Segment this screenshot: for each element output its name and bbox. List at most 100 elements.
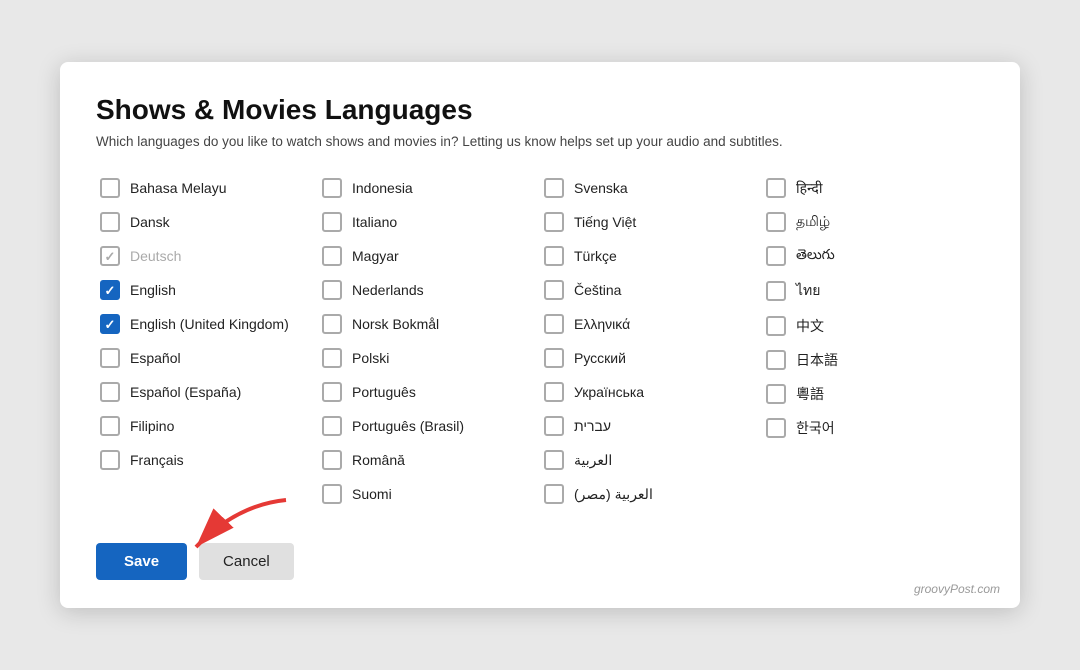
language-checkbox[interactable]: [100, 416, 120, 436]
language-label: 粵語: [796, 384, 824, 404]
language-item[interactable]: Norsk Bokmål: [318, 307, 540, 341]
language-checkbox[interactable]: [766, 316, 786, 336]
language-item[interactable]: العربية: [540, 443, 762, 477]
language-item[interactable]: Español (España): [96, 375, 318, 409]
language-checkbox[interactable]: ✓: [100, 246, 120, 266]
language-item[interactable]: Čeština: [540, 273, 762, 307]
language-checkbox[interactable]: [100, 382, 120, 402]
language-checkbox[interactable]: [544, 212, 564, 232]
language-item[interactable]: Ελληνικά: [540, 307, 762, 341]
language-item[interactable]: Magyar: [318, 239, 540, 273]
language-item[interactable]: עברית: [540, 409, 762, 443]
language-label: Português (Brasil): [352, 418, 464, 434]
language-item[interactable]: हिन्दी: [762, 171, 984, 205]
language-checkbox[interactable]: [766, 212, 786, 232]
language-label: ไทย: [796, 280, 820, 302]
language-item[interactable]: Türkçe: [540, 239, 762, 273]
language-checkbox[interactable]: [766, 350, 786, 370]
language-item[interactable]: Italiano: [318, 205, 540, 239]
language-checkbox[interactable]: [322, 280, 342, 300]
language-label: Magyar: [352, 248, 399, 264]
language-label: 한국어: [796, 418, 835, 438]
language-column: हिन्दीதமிழ் తెలుగు ไทย 中文日本語粵語 한국어: [762, 171, 984, 511]
language-checkbox[interactable]: [544, 416, 564, 436]
language-checkbox[interactable]: [322, 178, 342, 198]
language-item[interactable]: ✓ English: [96, 273, 318, 307]
language-item[interactable]: Русский: [540, 341, 762, 375]
language-item[interactable]: Polski: [318, 341, 540, 375]
language-checkbox[interactable]: [544, 382, 564, 402]
language-checkbox[interactable]: [322, 450, 342, 470]
language-label: Tiếng Việt: [574, 214, 636, 230]
language-checkbox[interactable]: [544, 450, 564, 470]
language-item[interactable]: ✓Deutsch: [96, 239, 318, 273]
language-item[interactable]: Filipino: [96, 409, 318, 443]
language-label: Dansk: [130, 214, 170, 230]
language-item[interactable]: Svenska: [540, 171, 762, 205]
language-checkbox[interactable]: [100, 212, 120, 232]
language-label: Italiano: [352, 214, 397, 230]
language-label: Suomi: [352, 486, 392, 502]
language-checkbox[interactable]: [100, 178, 120, 198]
language-checkbox[interactable]: [322, 382, 342, 402]
language-checkbox[interactable]: [322, 314, 342, 334]
cancel-button[interactable]: Cancel: [199, 543, 294, 580]
language-item[interactable]: Suomi: [318, 477, 540, 511]
language-checkbox[interactable]: [100, 450, 120, 470]
language-label: తెలుగు: [796, 246, 835, 266]
language-label: Bahasa Melayu: [130, 180, 227, 196]
language-item[interactable]: Tiếng Việt: [540, 205, 762, 239]
language-label: Indonesia: [352, 180, 413, 196]
language-item[interactable]: Español: [96, 341, 318, 375]
language-checkbox[interactable]: [544, 484, 564, 504]
language-label: עברית: [574, 418, 611, 434]
language-item[interactable]: 日本語: [762, 343, 984, 377]
language-label: English: [130, 282, 176, 298]
language-checkbox[interactable]: [766, 281, 786, 301]
language-checkbox[interactable]: [544, 348, 564, 368]
dialog-subtitle: Which languages do you like to watch sho…: [96, 134, 984, 149]
language-checkbox[interactable]: [544, 280, 564, 300]
language-checkbox[interactable]: [322, 484, 342, 504]
language-label: Türkçe: [574, 248, 617, 264]
language-checkbox[interactable]: [322, 246, 342, 266]
language-item[interactable]: Nederlands: [318, 273, 540, 307]
save-button[interactable]: Save: [96, 543, 187, 580]
language-checkbox[interactable]: ✓: [100, 314, 120, 334]
language-item[interactable]: Українська: [540, 375, 762, 409]
language-checkbox[interactable]: [766, 178, 786, 198]
language-item[interactable]: Română: [318, 443, 540, 477]
language-item[interactable]: Indonesia: [318, 171, 540, 205]
language-checkbox[interactable]: [322, 348, 342, 368]
language-label: Français: [130, 452, 184, 468]
language-item[interactable]: Dansk: [96, 205, 318, 239]
watermark: groovyPost.com: [914, 582, 1000, 596]
language-item[interactable]: 粵語: [762, 377, 984, 411]
language-item[interactable]: 中文: [762, 309, 984, 343]
language-item[interactable]: தமிழ்: [762, 205, 984, 239]
language-checkbox[interactable]: [766, 418, 786, 438]
language-checkbox[interactable]: [100, 348, 120, 368]
language-item[interactable]: Português: [318, 375, 540, 409]
language-checkbox[interactable]: [544, 314, 564, 334]
language-item[interactable]: ไทย: [762, 273, 984, 309]
language-label: Norsk Bokmål: [352, 316, 439, 332]
language-item[interactable]: Português (Brasil): [318, 409, 540, 443]
language-checkbox[interactable]: [544, 178, 564, 198]
language-item[interactable]: Bahasa Melayu: [96, 171, 318, 205]
language-checkbox[interactable]: [544, 246, 564, 266]
language-item[interactable]: తెలుగు: [762, 239, 984, 273]
language-item[interactable]: Français: [96, 443, 318, 477]
language-item[interactable]: ✓English (United Kingdom): [96, 307, 318, 341]
language-checkbox[interactable]: [322, 416, 342, 436]
language-label: Nederlands: [352, 282, 424, 298]
language-label: Svenska: [574, 180, 628, 196]
language-item[interactable]: العربية (مصر): [540, 477, 762, 511]
language-checkbox[interactable]: [766, 384, 786, 404]
language-checkbox[interactable]: [766, 246, 786, 266]
language-item[interactable]: 한국어: [762, 411, 984, 445]
language-checkbox[interactable]: [322, 212, 342, 232]
language-checkbox[interactable]: ✓: [100, 280, 120, 300]
language-column: Svenska Tiếng Việt Türkçe ČeštinaΕλληνικά Ру…: [540, 171, 762, 511]
language-label: Русский: [574, 350, 626, 366]
